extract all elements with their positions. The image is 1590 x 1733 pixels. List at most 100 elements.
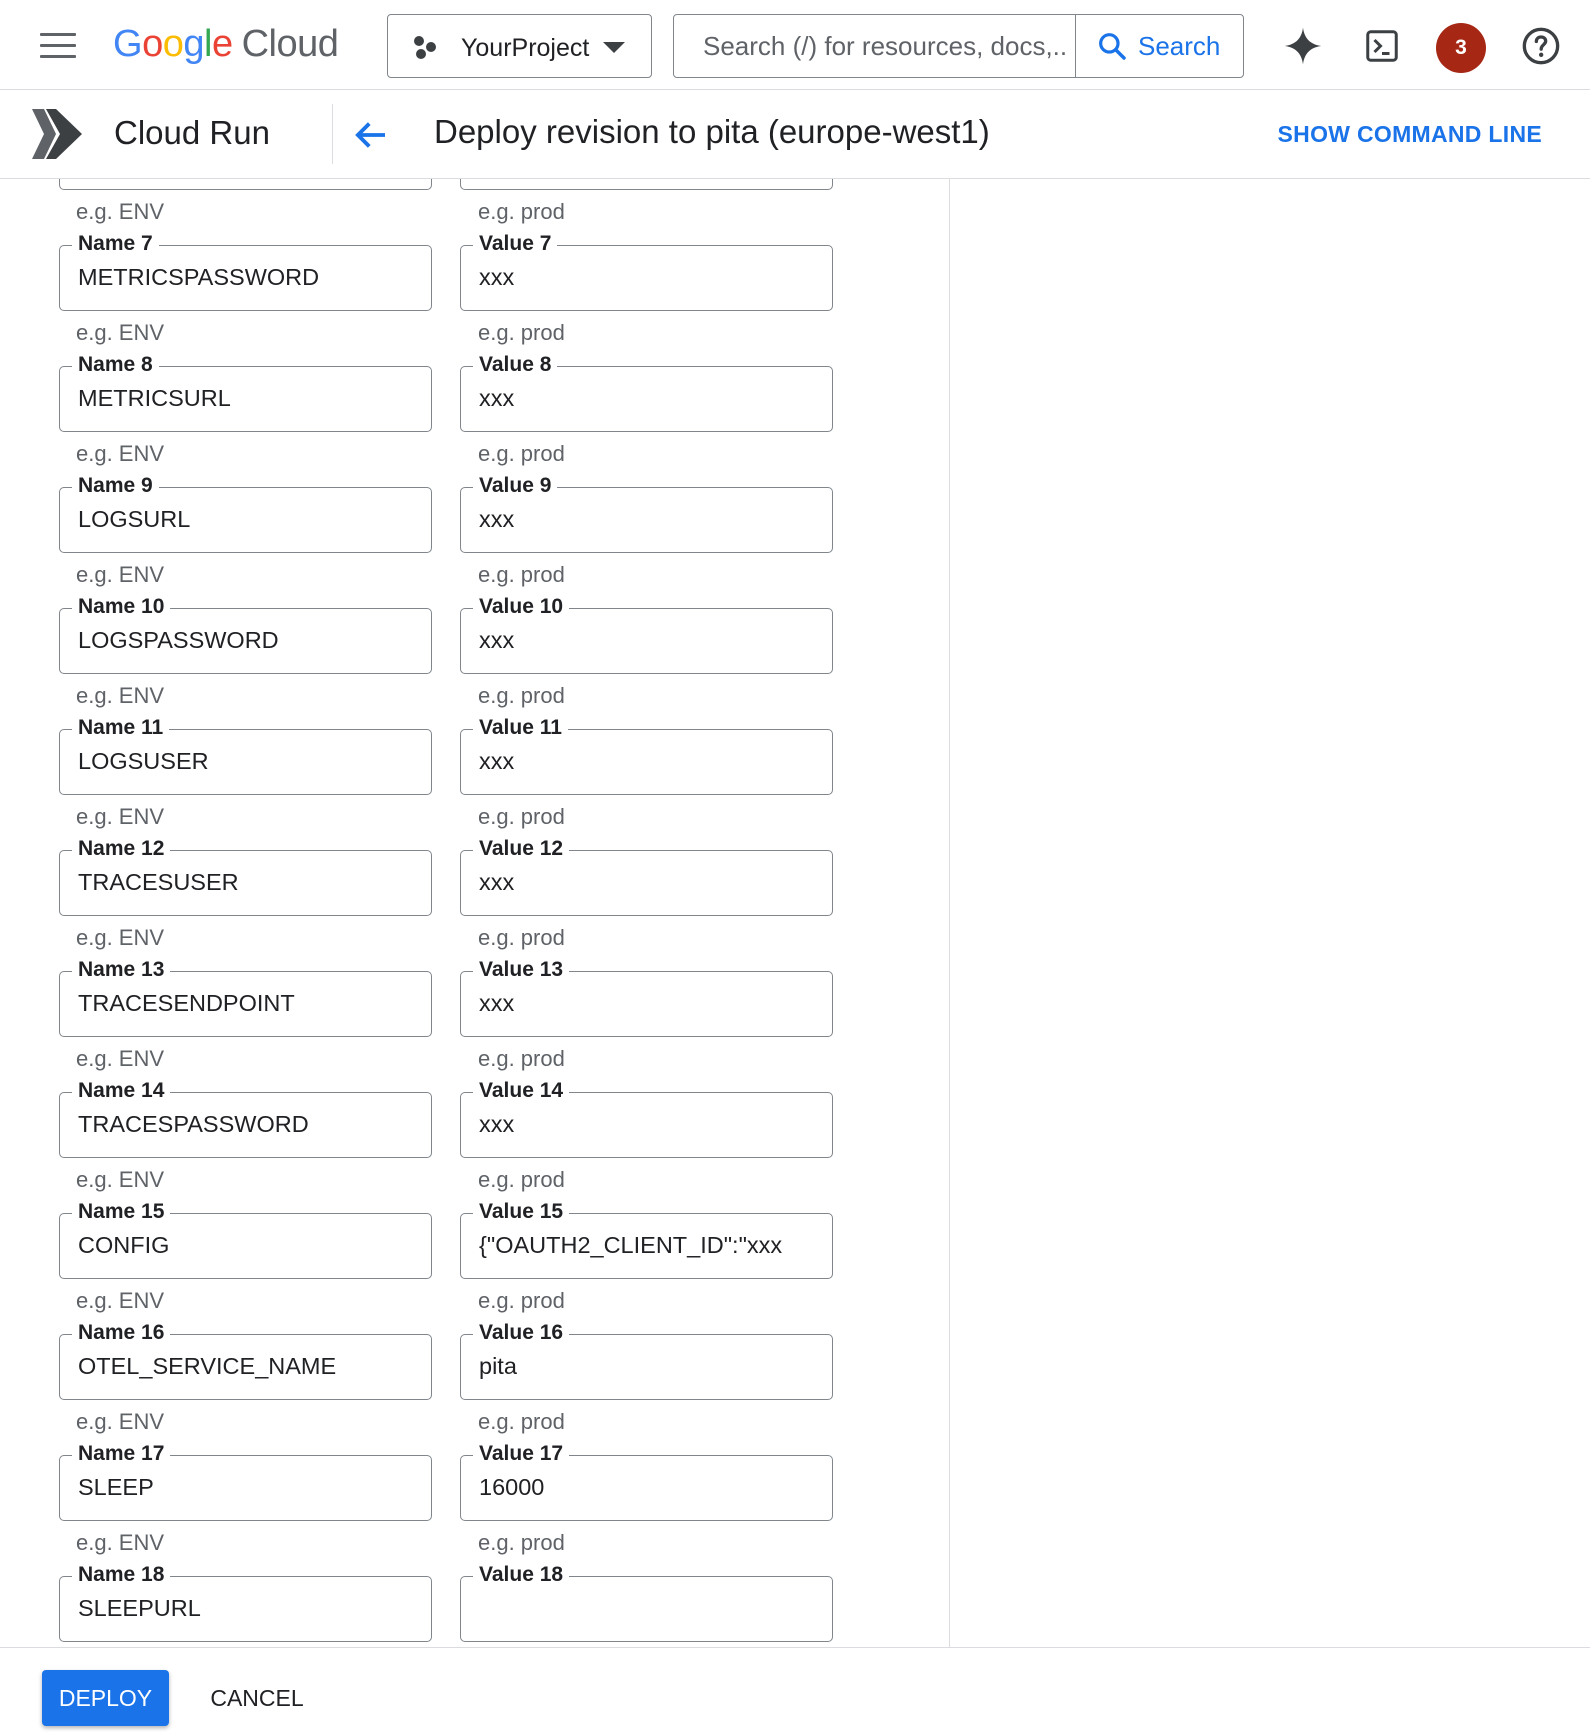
value-hint-text: e.g. prod: [478, 1046, 565, 1071]
cloud-run-logo-icon: [32, 109, 82, 159]
env-value-value: xxx: [479, 748, 515, 774]
env-name-field[interactable]: Name 18 SLEEPURL: [59, 1562, 432, 1642]
env-name-label: Name 8: [72, 352, 159, 378]
page-title: Deploy revision to pita (europe-west1): [434, 113, 990, 150]
env-value-label: Value 14: [473, 1078, 570, 1104]
search-bar: Search: [673, 14, 1244, 78]
env-value-label: Value 12: [473, 836, 570, 862]
env-vars-form: e.g. ENV e.g. prod Name 7 METRICSPASSWORD Va…: [0, 179, 950, 1647]
env-name-value: LOGSUSER: [78, 748, 209, 774]
env-value-value: {"OAUTH2_CLIENT_ID":"xxx: [479, 1232, 783, 1258]
env-value-label: Value 7: [473, 231, 558, 257]
env-name-label: Name 9: [72, 473, 159, 499]
env-name-value: METRICSURL: [78, 385, 231, 411]
env-name-field[interactable]: Name 9 LOGSURL: [59, 473, 432, 553]
env-value-field[interactable]: Value 14 xxx: [460, 1078, 833, 1158]
value-hint-text: e.g. prod: [478, 199, 565, 224]
name-hint-text: e.g. ENV: [76, 562, 165, 587]
env-value-label: Value 10: [473, 594, 570, 620]
env-name-value: CONFIG: [78, 1232, 170, 1258]
env-value-value: xxx: [479, 990, 515, 1016]
env-name-label: Name 16: [72, 1320, 171, 1346]
env-name-value: TRACESENDPOINT: [78, 990, 295, 1016]
project-picker-button[interactable]: YourProject: [387, 14, 652, 78]
env-value-value: pita: [479, 1353, 517, 1379]
env-value-value: xxx: [479, 264, 515, 290]
cancel-button[interactable]: CANCEL: [194, 1670, 320, 1726]
env-value-field[interactable]: Value 12 xxx: [460, 836, 833, 916]
env-value-field[interactable]: Value 10 xxx: [460, 594, 833, 674]
notifications-badge[interactable]: 3: [1436, 23, 1486, 73]
product-title[interactable]: Cloud Run: [114, 114, 270, 152]
value-hint-text: e.g. prod: [478, 925, 565, 950]
menu-icon[interactable]: [40, 33, 76, 59]
value-hint-text: e.g. prod: [478, 1167, 565, 1192]
env-name-value: LOGSURL: [78, 506, 191, 532]
env-name-label: Name 7: [72, 231, 159, 257]
env-name-value: OTEL_SERVICE_NAME: [78, 1353, 337, 1379]
env-name-value: METRICSPASSWORD: [78, 264, 320, 290]
value-hint-text: e.g. prod: [478, 683, 565, 708]
name-hint-text: e.g. ENV: [76, 320, 165, 345]
env-value-field[interactable]: Value 13 xxx: [460, 957, 833, 1037]
name-hint-text: e.g. ENV: [76, 1288, 165, 1313]
env-name-field[interactable]: Name 14 TRACESPASSWORD: [59, 1078, 432, 1158]
env-value-label: Value 8: [473, 352, 558, 378]
name-hint-text: e.g. ENV: [76, 1409, 165, 1434]
env-value-field[interactable]: Value 8 xxx: [460, 352, 833, 432]
env-value-field[interactable]: Value 15 {"OAUTH2_CLIENT_ID":"xxx: [460, 1199, 833, 1279]
search-icon: [1099, 33, 1126, 60]
chevron-down-icon: [603, 42, 625, 53]
env-name-label: Name 18: [72, 1562, 171, 1588]
env-value-field[interactable]: Value 18: [460, 1562, 833, 1642]
env-value-value: xxx: [479, 385, 515, 411]
value-hint-text: e.g. prod: [478, 1409, 565, 1434]
env-value-label: Value 17: [473, 1441, 570, 1467]
name-hint-text: e.g. ENV: [76, 1046, 165, 1071]
header-divider: [332, 104, 333, 164]
env-name-field[interactable]: Name 7 METRICSPASSWORD: [59, 231, 432, 311]
env-value-label: Value 11: [473, 715, 568, 741]
search-input[interactable]: [674, 15, 1076, 77]
value-hint-text: e.g. prod: [478, 320, 565, 345]
env-name-field[interactable]: Name 16 OTEL_SERVICE_NAME: [59, 1320, 432, 1400]
env-value-label: Value 13: [473, 957, 570, 983]
back-arrow-icon[interactable]: [350, 114, 392, 156]
search-button-label: Search: [1138, 30, 1221, 61]
env-name-field[interactable]: Name 17 SLEEP: [59, 1441, 432, 1521]
env-name-value: SLEEP: [78, 1474, 154, 1500]
gemini-sparkle-icon[interactable]: [1280, 23, 1326, 69]
env-name-field[interactable]: Name 15 CONFIG: [59, 1199, 432, 1279]
env-value-value: xxx: [479, 506, 515, 532]
name-hint-text: e.g. ENV: [76, 804, 165, 829]
search-button[interactable]: Search: [1075, 15, 1243, 77]
cloud-shell-icon[interactable]: [1359, 23, 1405, 69]
env-value-field[interactable]: Value 17 16000: [460, 1441, 833, 1521]
env-name-field[interactable]: Name 10 LOGSPASSWORD: [59, 594, 432, 674]
deploy-button[interactable]: DEPLOY: [42, 1670, 169, 1726]
env-value-value: xxx: [479, 1111, 515, 1137]
env-name-label: Name 17: [72, 1441, 171, 1467]
env-value-value: xxx: [479, 627, 515, 653]
env-name-field[interactable]: Name 13 TRACESENDPOINT: [59, 957, 432, 1037]
env-name-label: Name 13: [72, 957, 171, 983]
env-name-field[interactable]: Name 12 TRACESUSER: [59, 836, 432, 916]
show-command-line-button[interactable]: SHOW COMMAND LINE: [1278, 121, 1542, 148]
env-value-field[interactable]: Value 9 xxx: [460, 473, 833, 553]
env-value-field[interactable]: Value 16 pita: [460, 1320, 833, 1400]
value-hint-text: e.g. prod: [478, 1288, 565, 1313]
env-name-field[interactable]: Name 8 METRICSURL: [59, 352, 432, 432]
env-name-label: Name 11: [72, 715, 170, 741]
google-cloud-logo[interactable]: Google Cloud: [113, 23, 339, 66]
env-name-field[interactable]: Name 11 LOGSUSER: [59, 715, 432, 795]
name-hint-text: e.g. ENV: [76, 199, 165, 224]
project-icon: [412, 34, 440, 60]
env-value-field-previous[interactable]: [460, 179, 833, 190]
env-value-field[interactable]: Value 7 xxx: [460, 231, 833, 311]
env-name-value: TRACESPASSWORD: [78, 1111, 309, 1137]
env-name-field-previous[interactable]: [59, 179, 432, 190]
env-name-label: Name 15: [72, 1199, 171, 1225]
value-hint-text: e.g. prod: [478, 1530, 565, 1555]
env-value-field[interactable]: Value 11 xxx: [460, 715, 833, 795]
help-icon[interactable]: [1518, 23, 1564, 69]
